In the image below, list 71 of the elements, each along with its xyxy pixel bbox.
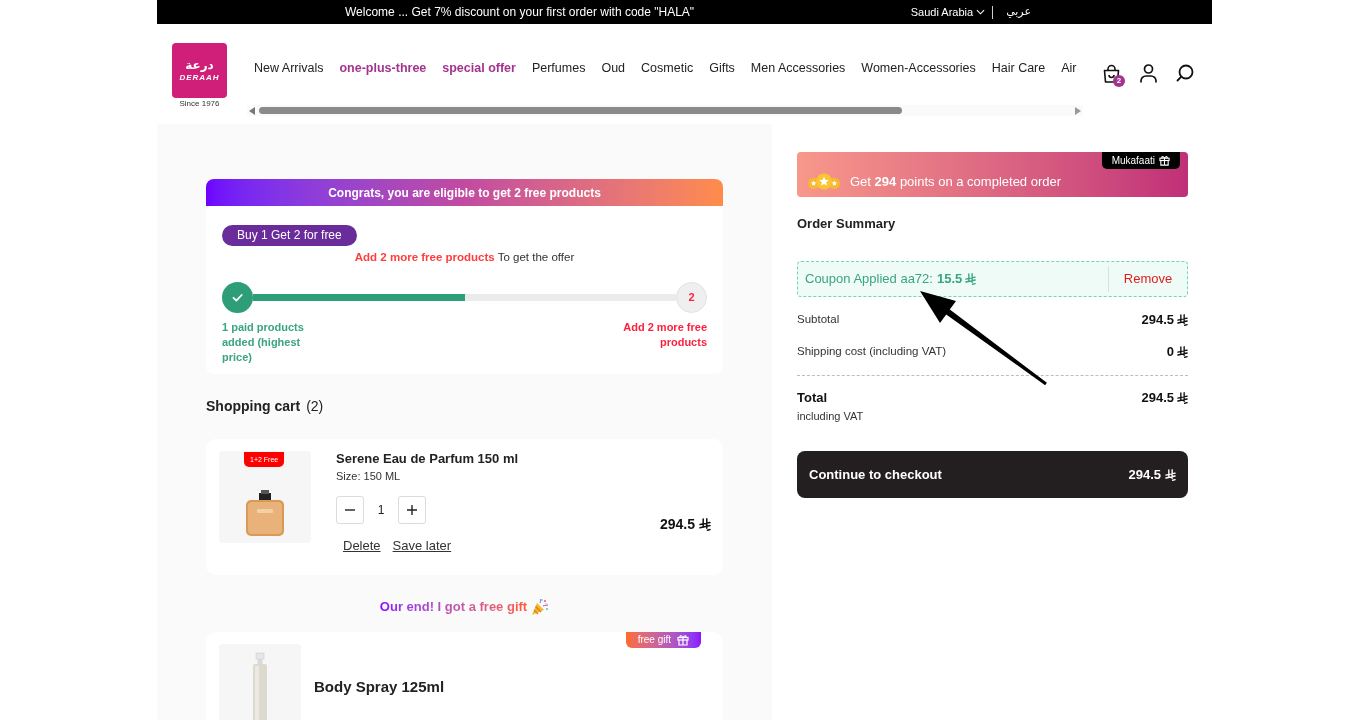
coupon-text: Coupon Applied aa72: xyxy=(805,270,933,289)
remove-button[interactable]: Remove xyxy=(1109,269,1187,289)
product-size: Size: 150 ML xyxy=(336,470,402,483)
total-value: 294.5 xyxy=(1141,389,1174,408)
rewards-tag-label: Mukafaati xyxy=(1111,154,1155,168)
gift-icon xyxy=(1159,155,1170,166)
party-popper-icon xyxy=(531,597,550,616)
nav-link[interactable]: New Arrivals xyxy=(254,58,324,78)
scrollbar-track[interactable] xyxy=(247,105,1083,116)
checkout-button[interactable]: Continue to checkout 294.5 xyxy=(797,451,1188,498)
summary-title: Order Summary xyxy=(797,216,897,232)
nav-link[interactable]: one-plus-three xyxy=(339,58,427,78)
coupon-amount: 15.5 xyxy=(936,270,963,289)
logo-wordmark: DERAAH xyxy=(179,74,220,82)
cart-title: Shopping cart xyxy=(206,397,301,416)
total-label: Total xyxy=(797,389,828,408)
currency-icon xyxy=(1177,392,1188,404)
currency-icon xyxy=(965,273,977,285)
nav-link[interactable]: special offer xyxy=(442,58,516,78)
gift-tag-label: free gift xyxy=(637,633,671,647)
minus-icon xyxy=(345,509,355,511)
nav-link[interactable]: Men Accessories xyxy=(750,58,846,78)
check-circle-icon xyxy=(222,282,253,313)
product-price: 294.5 xyxy=(659,515,695,534)
summary-value: 0 xyxy=(1166,343,1174,362)
delete-link[interactable]: Delete xyxy=(343,536,381,556)
offer-badge: Buy 1 Get 2 for free xyxy=(222,225,357,246)
scroll-right-icon[interactable] xyxy=(1075,106,1081,115)
language-link[interactable]: عربي xyxy=(1006,3,1031,21)
summary-label: Shipping cost (including VAT) xyxy=(797,344,947,360)
offer-message: Add 2 more free products To get the offer xyxy=(354,250,575,264)
nav-link[interactable]: Hair Care xyxy=(991,58,1046,78)
star-coins-icon xyxy=(807,173,841,190)
currency-icon xyxy=(1165,468,1176,481)
scroll-left-icon[interactable] xyxy=(249,106,255,115)
decrease-button[interactable] xyxy=(336,496,364,524)
nav-link[interactable]: Oud xyxy=(601,58,626,78)
gift-icon xyxy=(677,633,689,646)
quantity-value: 1 xyxy=(376,502,386,519)
summary-value: 294.5 xyxy=(1141,311,1174,330)
step-label: Add 2 more free products xyxy=(622,320,707,350)
summary-label: Subtotal xyxy=(797,312,840,328)
user-icon[interactable] xyxy=(1140,64,1157,83)
points-text: Get 294 points on a completed order xyxy=(850,172,1062,191)
nav-link[interactable]: Perfumes xyxy=(531,58,586,78)
total-note: including VAT xyxy=(797,410,865,423)
country-selector[interactable]: Saudi Arabia xyxy=(910,3,986,21)
nav-link[interactable]: Cosmetic xyxy=(641,58,694,78)
currency-icon xyxy=(1177,346,1188,358)
currency-icon xyxy=(1177,314,1188,326)
cart-count-badge: 2 xyxy=(1113,75,1125,87)
cart-count: (2) xyxy=(306,397,324,416)
nav-link[interactable]: Gifts xyxy=(709,58,735,78)
increase-button[interactable] xyxy=(398,496,426,524)
scrollbar-thumb[interactable] xyxy=(259,107,902,114)
step-marker: 2 xyxy=(676,282,707,313)
product-name: Body Spray 125ml xyxy=(314,676,445,697)
nav-link[interactable]: Air xyxy=(1061,58,1077,78)
plus-icon xyxy=(407,505,417,515)
announcement-text: Welcome ... Get 7% discount on your first order with code "HALA" xyxy=(345,4,695,21)
logo-arabic-text: درعة xyxy=(185,59,214,71)
shopping-bag-icon[interactable] xyxy=(1102,64,1121,84)
chevron-down-icon xyxy=(976,9,986,15)
save-later-link[interactable]: Save later xyxy=(392,536,452,556)
step-label: 1 paid products added (highest price) xyxy=(222,320,305,365)
logo-tagline: Since 1976 xyxy=(179,100,220,108)
product-name: Serene Eau de Parfum 150 ml xyxy=(336,451,519,466)
offer-banner: Congrats, you are eligible to get 2 free products xyxy=(206,179,723,206)
search-icon[interactable] xyxy=(1176,64,1194,82)
currency-icon xyxy=(699,518,711,531)
nav-link[interactable]: Women-Accessories xyxy=(861,58,976,78)
